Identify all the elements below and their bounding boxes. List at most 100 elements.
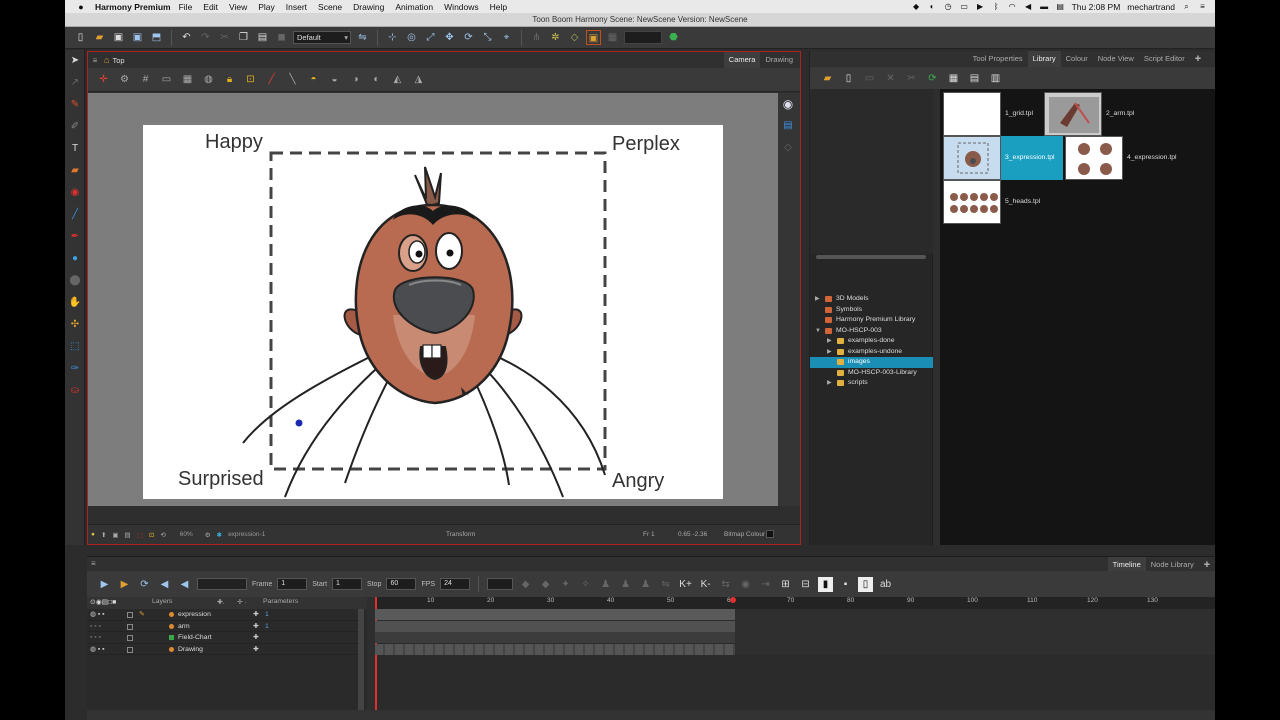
colour-swatch[interactable]	[766, 530, 774, 538]
home-icon[interactable]: ⌂	[104, 55, 109, 65]
template-thumbnail-selected[interactable]	[943, 136, 1001, 180]
frame-row[interactable]	[375, 609, 735, 620]
reset-view-icon[interactable]: ⬆	[101, 531, 106, 539]
line-tool-icon[interactable]: ╱	[65, 204, 85, 226]
text-tool-icon[interactable]: T	[65, 138, 85, 160]
menu-file[interactable]: File	[179, 2, 193, 12]
save-as-icon[interactable]: ▣	[130, 30, 145, 45]
stop-marker[interactable]	[730, 597, 736, 603]
layer-toggles-icon[interactable]: ▪ ▪ ▪	[90, 632, 101, 644]
add-tab-icon[interactable]: ✚	[1190, 51, 1206, 67]
menu-play[interactable]: Play	[258, 2, 275, 12]
hand-tool-icon[interactable]: ✋	[65, 292, 85, 314]
lock-status-icon[interactable]: ⊡	[149, 531, 154, 539]
layer-stack-icon[interactable]: ▤	[778, 115, 798, 137]
layer-name[interactable]: Field-Chart	[178, 632, 212, 644]
split-icon[interactable]: ⊞	[778, 577, 793, 592]
paste-icon[interactable]: ▤	[255, 30, 270, 45]
refresh-icon[interactable]: ⟳	[925, 71, 940, 86]
workspace-save-icon[interactable]: ⇋	[355, 30, 370, 45]
flip-icon[interactable]: ◮	[411, 72, 426, 87]
undo-icon[interactable]: ↶	[179, 30, 194, 45]
start-field[interactable]: 1	[332, 578, 363, 590]
cut-template-icon[interactable]: ✂	[904, 71, 919, 86]
play-icon[interactable]: ▶	[976, 2, 985, 11]
timeline-frames[interactable]: 10 20 30 40 50 60 70 80 90 100 110 120 1…	[375, 597, 1215, 720]
cut-icon[interactable]: ✂	[217, 30, 232, 45]
onion-skin-2-icon[interactable]: ▪	[838, 577, 853, 592]
field-chart-icon[interactable]: ▦	[180, 72, 195, 87]
layer-name[interactable]: Drawing	[178, 644, 203, 656]
remove-icon[interactable]: ▭	[862, 71, 877, 86]
expand-layer-icon[interactable]: ✚	[253, 621, 259, 633]
frame-field[interactable]: 1	[277, 578, 308, 590]
extend-icon[interactable]: ⇥	[758, 577, 773, 592]
template-label[interactable]: 2_arm.tpl	[1106, 110, 1134, 117]
tab-tool-properties[interactable]: Tool Properties	[968, 51, 1028, 67]
onion-icon[interactable]: ◍	[201, 72, 216, 87]
sound-icon[interactable]: ◀	[157, 577, 172, 592]
preview-icon[interactable]: ▣	[112, 531, 118, 539]
tree-item[interactable]: Symbols	[810, 305, 933, 316]
redo-icon[interactable]: ↷	[198, 30, 213, 45]
template-label[interactable]: 1_grid.tpl	[1005, 110, 1033, 117]
contour-editor-icon[interactable]: ↗	[65, 72, 85, 94]
shade-icon[interactable]: ◒	[327, 72, 342, 87]
grid-toggle-icon[interactable]: #	[138, 72, 153, 87]
settings-icon[interactable]: ⚙	[205, 531, 211, 539]
workspace-preset-select[interactable]: Default	[293, 31, 351, 44]
tab-colour[interactable]: Colour	[1061, 51, 1093, 67]
scene-stage[interactable]: Happy Perplex Surprised Angry	[143, 125, 723, 499]
template-thumbnail[interactable]	[943, 180, 1001, 224]
template-thumbnail[interactable]	[1044, 92, 1102, 136]
layer-name[interactable]: arm	[178, 621, 190, 633]
scale-icon[interactable]: ⤡	[480, 30, 495, 45]
menu-scene[interactable]: Scene	[318, 2, 342, 12]
skew-icon[interactable]: ⌖	[499, 30, 514, 45]
eraser-tool-icon[interactable]: ▰	[65, 160, 85, 182]
tab-library[interactable]: Library	[1027, 51, 1061, 67]
snap-icon[interactable]: ⊹	[385, 30, 400, 45]
stop-motion-icon[interactable]: ◆	[538, 577, 553, 592]
details-view-icon[interactable]: ▥	[988, 71, 1003, 86]
add-layer-icon[interactable]: ✚.	[217, 598, 225, 606]
frame-row[interactable]	[375, 643, 735, 655]
copy-icon[interactable]: ❐	[236, 30, 251, 45]
menu-view[interactable]: View	[229, 2, 247, 12]
tree-item[interactable]: MO-HSCP-003-Library	[810, 368, 933, 379]
template-thumbnail[interactable]	[1065, 136, 1123, 180]
tab-drawing[interactable]: Drawing	[760, 52, 798, 68]
key-icon[interactable]: ◆	[518, 577, 533, 592]
settings-gear-icon[interactable]: ⚙	[117, 72, 132, 87]
ink-tool-icon[interactable]: ⛀	[65, 380, 85, 402]
merge-icon[interactable]: ⊟	[798, 577, 813, 592]
translate-icon[interactable]: ✥	[442, 30, 457, 45]
brush-tool-icon[interactable]: ✎	[65, 94, 85, 116]
bone-icon[interactable]: ✲	[548, 30, 563, 45]
line-icon[interactable]: ╲	[285, 72, 300, 87]
loop-icon[interactable]: ⟳	[137, 577, 152, 592]
template-label-selected[interactable]: 3_expression.tpl	[1001, 136, 1063, 180]
toolbar-value-field[interactable]	[624, 31, 662, 44]
layer-options-icon[interactable]: ✛ ·	[237, 598, 247, 606]
template-thumbnail[interactable]	[943, 92, 1001, 136]
character-3-icon[interactable]: ♟	[638, 577, 653, 592]
tab-camera[interactable]: Camera	[723, 52, 761, 68]
layer-row[interactable]: ◍ ▪ ▪ Drawing ✚	[87, 644, 362, 656]
safe-area-icon[interactable]: ▭	[159, 72, 174, 87]
frame-ruler[interactable]: 10 20 30 40 50 60 70 80 90 100 110 120 1…	[375, 597, 1215, 609]
chain-icon[interactable]: ◇	[567, 30, 582, 45]
cutter-tool-icon[interactable]: ⬚	[65, 336, 85, 358]
bone-tool-icon[interactable]: ✣	[65, 314, 85, 336]
bluetooth-icon[interactable]: ᛒ	[992, 2, 1001, 11]
panel-menu-icon[interactable]: ≡	[88, 56, 102, 65]
frame-row[interactable]	[375, 632, 735, 643]
zoom-level[interactable]: 60%	[180, 531, 193, 538]
lock-icon[interactable]: 🔒︎	[222, 72, 237, 87]
search-icon[interactable]: ⌕	[1182, 2, 1191, 11]
pivot-icon[interactable]: ▣	[586, 30, 601, 45]
expand-layer-icon[interactable]: ✚	[253, 632, 259, 644]
tab-node-view[interactable]: Node View	[1093, 51, 1139, 67]
list-view-icon[interactable]: ▤	[967, 71, 982, 86]
tree-item[interactable]: ▶ examples-undone	[810, 347, 933, 358]
